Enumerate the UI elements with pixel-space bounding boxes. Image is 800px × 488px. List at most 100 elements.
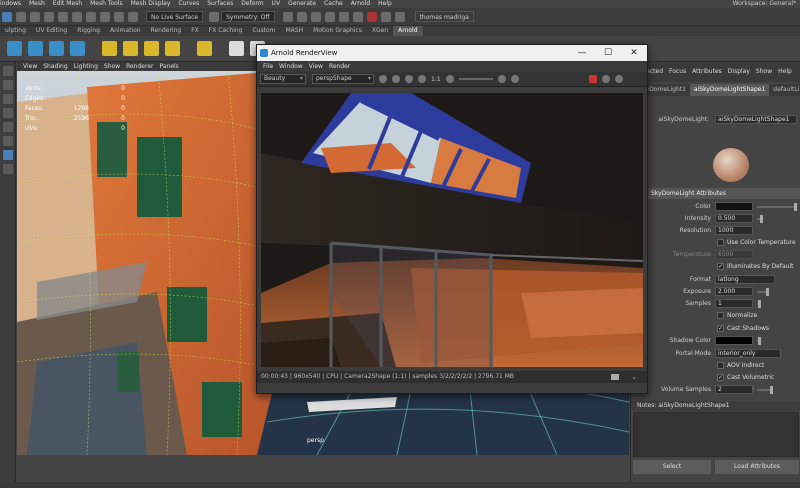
snap-point-icon[interactable] [86, 11, 96, 22]
hierarchy-icon[interactable] [16, 11, 26, 22]
renderview-menu-render[interactable]: Render [329, 61, 350, 72]
render-view-icon[interactable] [338, 11, 349, 22]
volume-samples-slider[interactable] [757, 386, 773, 394]
section-skydome-attributes[interactable]: SkyDomeLight Attributes [631, 188, 800, 199]
area-light-icon[interactable] [102, 41, 117, 56]
symmetry-field[interactable]: Symmetry: Off [221, 11, 275, 22]
menu-mesh-tools[interactable]: Mesh Tools [90, 0, 122, 8]
layout-single-icon[interactable] [3, 150, 13, 160]
lut-icon[interactable] [510, 75, 519, 83]
menu-deform[interactable]: Deform [241, 0, 263, 8]
tab-uv-editing[interactable]: UV Editing [31, 26, 72, 36]
volume-samples-field[interactable]: 2 [715, 385, 753, 394]
rendered-image[interactable] [261, 93, 643, 367]
cast-shadows-checkbox[interactable]: ✓ [717, 325, 724, 332]
component-mode-icon[interactable] [44, 11, 54, 22]
select-mode-icon[interactable] [2, 11, 12, 22]
light-swatch-preview[interactable] [713, 148, 749, 182]
snap-grid-icon[interactable] [58, 11, 68, 22]
camera-dropdown[interactable]: perspShape [312, 74, 374, 84]
shadow-color-slider[interactable] [757, 337, 761, 345]
viewport-menu-show[interactable]: Show [104, 62, 120, 71]
menu-surfaces[interactable]: Surfaces [207, 0, 233, 8]
arnold-skydome-icon[interactable] [70, 41, 85, 56]
samples-field[interactable]: 1 [715, 299, 753, 308]
gamma-icon[interactable] [497, 75, 506, 83]
snapshot-icon[interactable] [611, 374, 619, 380]
snap-curve-icon[interactable] [72, 11, 82, 22]
tab-fx-caching[interactable]: FX Caching [204, 26, 248, 36]
aov-indirect-checkbox[interactable] [717, 362, 724, 369]
ipr-icon[interactable] [614, 75, 623, 83]
color-swatch[interactable] [715, 202, 753, 211]
ae-menu-attributes[interactable]: Attributes [692, 62, 722, 82]
workspace-selector[interactable]: Workspace: General* [733, 0, 796, 8]
ae-menu-display[interactable]: Display [728, 62, 750, 82]
hypershade-icon[interactable] [324, 11, 335, 22]
exposure-slider[interactable] [458, 78, 493, 80]
intensity-field[interactable]: 0.500 [715, 214, 753, 223]
select-tool-icon[interactable] [3, 66, 13, 76]
sidebar-toggle-icon[interactable] [394, 11, 405, 22]
rgb-channel-icon[interactable] [379, 75, 387, 83]
rotate-tool-icon[interactable] [3, 122, 13, 132]
tab-custom[interactable]: Custom [247, 26, 280, 36]
tab-xgen[interactable]: XGen [367, 26, 393, 36]
stop-icon[interactable] [366, 11, 377, 22]
menu-curves[interactable]: Curves [178, 0, 199, 8]
arnold-renderview-icon[interactable] [28, 41, 43, 56]
menu-mesh-display[interactable]: Mesh Display [131, 0, 171, 8]
paint-tool-icon[interactable] [3, 94, 13, 104]
arnold-icon[interactable] [352, 11, 363, 22]
menu-windows[interactable]: indows [0, 0, 21, 8]
arnold-renderview-window[interactable]: Arnold RenderView — ☐ ✕ File Window View… [256, 44, 648, 394]
renderview-menu-window[interactable]: Window [279, 61, 303, 72]
render-settings-icon[interactable] [310, 11, 321, 22]
cast-volumetric-shadows-checkbox[interactable]: ✓ [717, 374, 724, 381]
crop-region-icon[interactable] [418, 75, 426, 83]
scale-tool-icon[interactable] [3, 136, 13, 146]
flush-cache-icon[interactable] [229, 41, 244, 56]
color-slider[interactable] [757, 203, 797, 211]
live-surface-field[interactable]: No Live Surface [146, 11, 204, 22]
aov-dropdown[interactable]: Beauty [260, 74, 306, 84]
move-tool-icon[interactable] [3, 108, 13, 118]
tab-mash[interactable]: MASH [280, 26, 308, 36]
tab-rigging[interactable]: Rigging [72, 26, 105, 36]
magnet-icon[interactable] [128, 11, 138, 22]
exposure-slider[interactable] [757, 288, 769, 296]
shadow-color-swatch[interactable] [715, 336, 753, 345]
renderview-title-bar[interactable]: Arnold RenderView — ☐ ✕ [257, 45, 647, 61]
settings-gear-icon[interactable] [445, 75, 454, 83]
viewport-menu-view[interactable]: View [23, 62, 37, 71]
temperature-field[interactable]: 6500 [715, 250, 753, 259]
load-attributes-button[interactable]: Load Attributes [715, 460, 799, 474]
photometric-light-icon[interactable] [144, 41, 159, 56]
menu-mesh[interactable]: Mesh [29, 0, 45, 8]
minimize-icon[interactable]: — [571, 45, 593, 61]
viewport-menu-shading[interactable]: Shading [43, 62, 67, 71]
symmetry-icon[interactable] [209, 11, 220, 22]
menu-cache[interactable]: Cache [324, 0, 343, 8]
ipr-render-icon[interactable] [296, 11, 307, 22]
tab-rendering[interactable]: Rendering [146, 26, 187, 36]
maximize-icon[interactable]: ☐ [597, 45, 619, 61]
tab-animation[interactable]: Animation [105, 26, 146, 36]
portal-mode-dropdown[interactable]: interior_only [715, 349, 781, 358]
select-button[interactable]: Select [633, 460, 711, 474]
samples-slider[interactable] [757, 300, 761, 308]
resolution-field[interactable]: 1000 [715, 226, 753, 235]
user-account-menu[interactable]: thomas madriga [414, 11, 474, 22]
arnold-render-icon[interactable] [7, 41, 22, 56]
tab-fx[interactable]: FX [186, 26, 204, 36]
physical-sky-icon[interactable] [165, 41, 180, 56]
close-icon[interactable]: ✕ [623, 45, 645, 61]
viewport-menu-renderer[interactable]: Renderer [126, 62, 153, 71]
snap-view-icon[interactable] [100, 11, 110, 22]
exposure-field[interactable]: 2.000 [715, 287, 753, 296]
light-portal-icon[interactable] [197, 41, 212, 56]
object-mode-icon[interactable] [30, 11, 40, 22]
pause-icon[interactable] [380, 11, 391, 22]
menu-arnold[interactable]: Arnold [351, 0, 370, 8]
menu-generate[interactable]: Generate [288, 0, 316, 8]
